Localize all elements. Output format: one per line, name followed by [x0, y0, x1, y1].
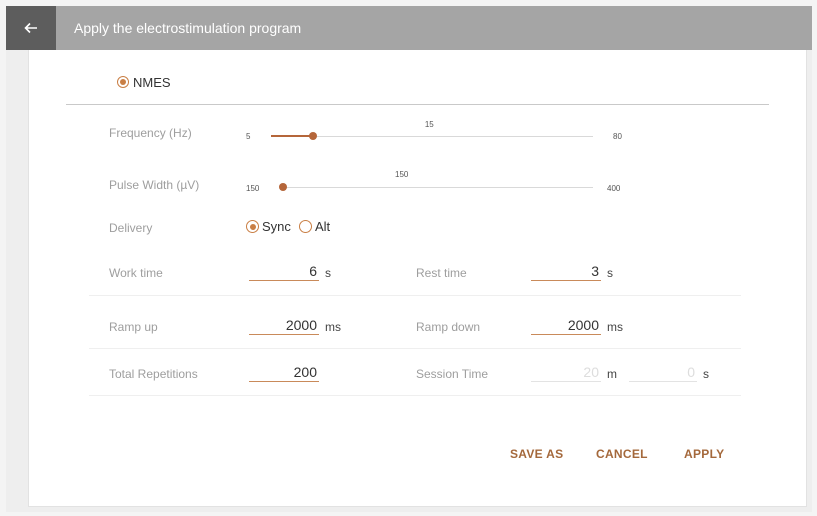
frequency-value: 15 — [424, 120, 434, 129]
total-repetitions-label: Total Repetitions — [109, 367, 198, 381]
total-repetitions-input[interactable]: 200 — [249, 364, 319, 382]
frequency-slider-thumb[interactable] — [308, 132, 317, 140]
pulse-width-label: Pulse Width (µV) — [109, 178, 200, 192]
work-time-unit: s — [325, 266, 331, 280]
work-time-input[interactable]: 6 — [249, 263, 319, 281]
session-seconds-unit: s — [703, 367, 709, 381]
session-minutes-unit: m — [607, 367, 617, 381]
save-as-button[interactable]: SAVE AS — [510, 447, 563, 461]
alt-radio[interactable] — [299, 220, 312, 233]
frequency-min: 5 — [246, 132, 251, 141]
rest-time-unit: s — [607, 266, 613, 280]
ramp-up-input[interactable]: 2000 — [249, 317, 319, 335]
ramp-up-unit: ms — [325, 320, 341, 334]
row-separator — [89, 348, 741, 349]
program-card: NMES Frequency (Hz) 5 15 80 Pulse Width … — [28, 50, 807, 507]
nmes-radio[interactable] — [117, 76, 129, 88]
session-seconds-input: 0 — [629, 364, 697, 382]
sync-label: Sync — [262, 219, 291, 234]
nmes-radio-dot — [120, 79, 126, 85]
row-separator — [89, 295, 741, 296]
sync-radio[interactable] — [246, 220, 259, 233]
pulse-width-value: 150 — [395, 170, 409, 179]
row-separator — [89, 395, 741, 396]
nmes-label: NMES — [133, 75, 171, 90]
rest-time-label: Rest time — [416, 266, 467, 280]
frequency-slider-track[interactable] — [271, 136, 593, 137]
apply-button[interactable]: APPLY — [684, 447, 724, 461]
work-time-label: Work time — [109, 266, 163, 280]
arrow-left-icon — [24, 22, 37, 34]
back-button[interactable] — [6, 6, 56, 50]
pulse-width-max: 400 — [607, 184, 621, 193]
session-minutes-input: 20 — [531, 364, 601, 382]
delivery-label: Delivery — [109, 221, 153, 235]
ramp-down-input[interactable]: 2000 — [531, 317, 601, 335]
cancel-button[interactable]: CANCEL — [596, 447, 648, 461]
ramp-up-label: Ramp up — [109, 320, 158, 334]
ramp-down-label: Ramp down — [416, 320, 481, 334]
page-title: Apply the electrostimulation program — [74, 20, 302, 36]
frequency-label: Frequency (Hz) — [109, 126, 192, 140]
pulse-width-slider-thumb[interactable] — [279, 183, 287, 191]
mode-divider — [66, 104, 769, 105]
session-time-label: Session Time — [416, 367, 489, 381]
pulse-width-min: 150 — [246, 184, 260, 193]
pulse-width-slider-track[interactable] — [283, 187, 593, 188]
ramp-down-unit: ms — [607, 320, 623, 334]
frequency-slider-fill — [271, 135, 313, 137]
rest-time-input[interactable]: 3 — [531, 263, 601, 281]
alt-label: Alt — [315, 219, 331, 234]
frequency-max: 80 — [613, 132, 622, 141]
sync-radio-dot — [249, 223, 256, 230]
